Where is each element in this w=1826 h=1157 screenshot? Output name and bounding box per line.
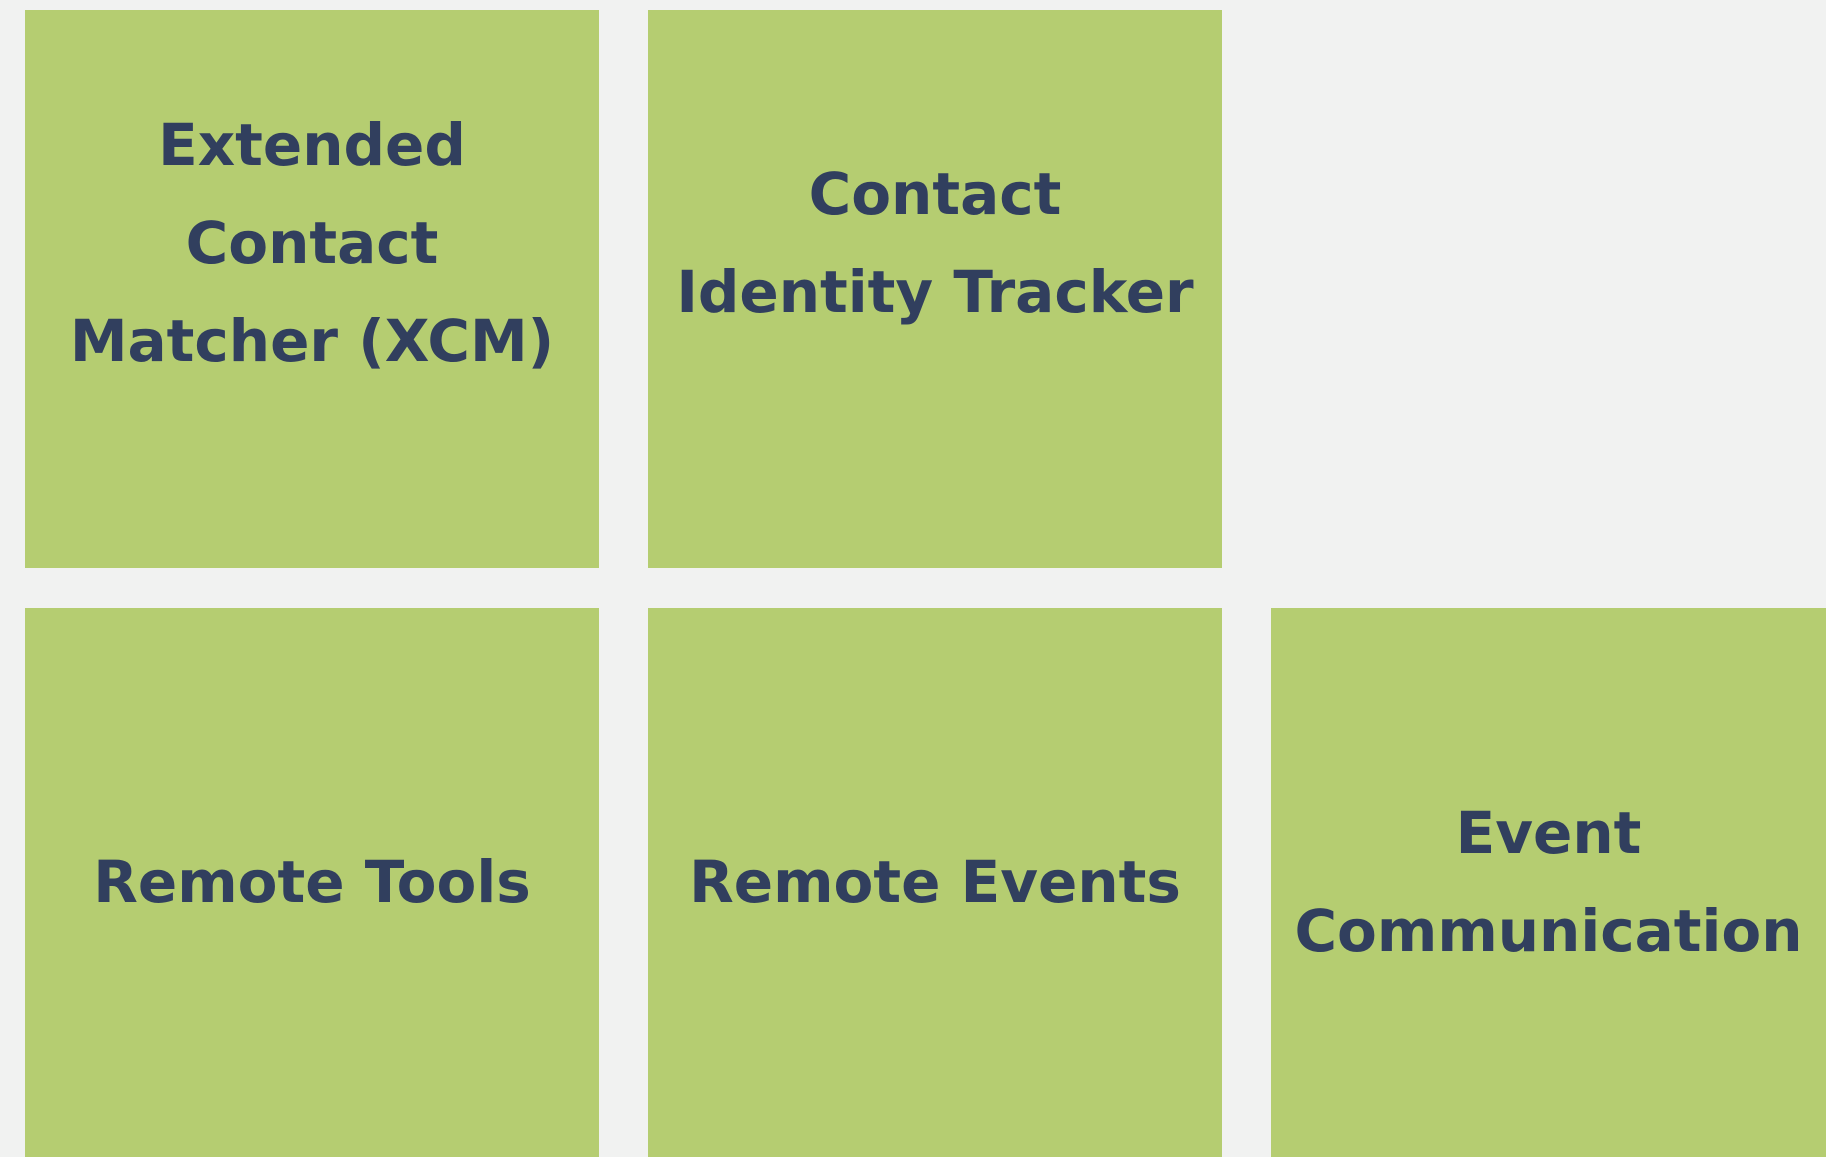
tile-label: Event Communication — [1294, 798, 1803, 965]
tile-label: Remote Tools — [93, 847, 531, 916]
tile-remote-tools[interactable]: Remote Tools — [25, 608, 599, 1157]
tile-contact-identity-tracker[interactable]: Contact Identity Tracker — [648, 10, 1222, 568]
tile-label: Extended Contact Matcher (XCM) — [69, 110, 555, 375]
tile-event-communication[interactable]: Event Communication — [1271, 608, 1826, 1157]
tile-label: Contact Identity Tracker — [676, 159, 1194, 326]
tile-extended-contact-matcher[interactable]: Extended Contact Matcher (XCM) — [25, 10, 599, 568]
tile-label: Remote Events — [689, 847, 1181, 916]
tile-remote-events[interactable]: Remote Events — [648, 608, 1222, 1157]
